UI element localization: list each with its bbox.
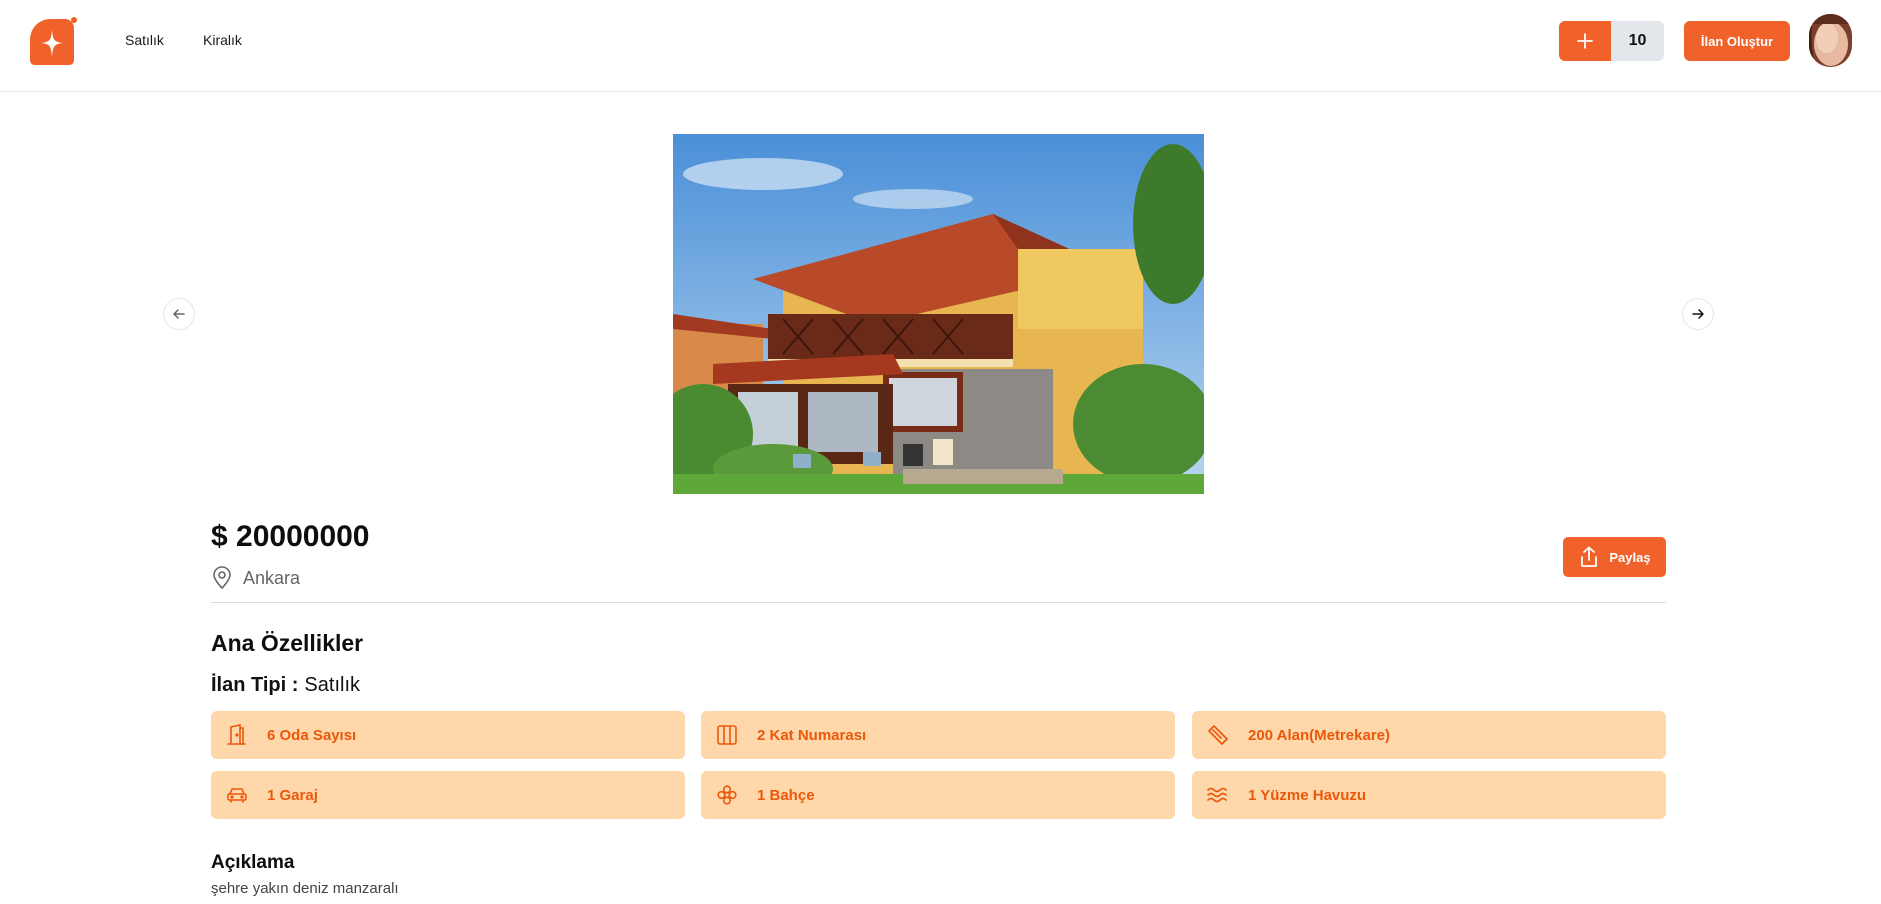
logo-icon[interactable] — [26, 16, 78, 68]
property-photo — [673, 134, 1204, 494]
feature-label: 2 Kat Numarası — [757, 726, 867, 744]
feature-label: 1 Yüzme Havuzu — [1248, 786, 1367, 804]
nav-link-kiralik[interactable]: Kiralık — [203, 32, 242, 48]
arrow-left-icon — [173, 309, 185, 319]
feature-room-count: 6 Oda Sayısı — [211, 711, 685, 759]
feature-label: 1 Bahçe — [757, 786, 815, 804]
share-label: Paylaş — [1609, 549, 1651, 565]
feature-floor-number: 2 Kat Numarası — [701, 711, 1175, 759]
feature-garage: 1 Garaj — [211, 771, 685, 819]
map-pin-icon — [213, 566, 231, 590]
top-navbar: Satılık Kiralık 10 İlan Oluştur — [0, 0, 1881, 92]
door-icon — [225, 723, 249, 747]
avatar[interactable] — [1809, 14, 1852, 67]
share-icon — [1581, 546, 1598, 567]
share-button[interactable]: Paylaş — [1563, 537, 1666, 577]
location-text: Ankara — [243, 567, 301, 588]
feature-area: 200 Alan(Metrekare) — [1192, 711, 1666, 759]
listing-type-value: Satılık — [304, 674, 360, 696]
description-text: şehre yakın deniz manzaralı — [211, 880, 399, 897]
ruler-icon — [1206, 723, 1230, 747]
feature-label: 6 Oda Sayısı — [267, 726, 357, 744]
listing-counter: 10 — [1559, 21, 1664, 61]
section-title: Ana Özellikler — [211, 630, 364, 656]
arrow-right-icon — [1692, 309, 1704, 319]
listing-count: 10 — [1611, 21, 1664, 61]
listing-type-label: İlan Tipi : — [211, 674, 299, 696]
feature-garden: 1 Bahçe — [701, 771, 1175, 819]
add-button[interactable] — [1559, 21, 1611, 61]
feature-label: 1 Garaj — [267, 786, 318, 804]
create-listing-button[interactable]: İlan Oluştur — [1684, 21, 1790, 61]
columns-icon — [715, 723, 739, 747]
feature-label: 200 Alan(Metrekare) — [1248, 726, 1391, 744]
car-icon — [225, 783, 249, 807]
flower-icon — [715, 783, 739, 807]
divider — [211, 602, 1666, 603]
description-title: Açıklama — [211, 852, 295, 873]
feature-pool: 1 Yüzme Havuzu — [1192, 771, 1666, 819]
listing-type: İlan Tipi : Satılık — [211, 674, 360, 697]
plus-icon — [1577, 33, 1593, 49]
waves-icon — [1206, 783, 1230, 807]
listing-location: Ankara — [211, 566, 300, 590]
carousel-next-button[interactable] — [1682, 298, 1714, 330]
listing-price: $ 20000000 — [211, 520, 370, 553]
carousel-prev-button[interactable] — [163, 298, 195, 330]
nav-link-satilik[interactable]: Satılık — [125, 32, 164, 48]
